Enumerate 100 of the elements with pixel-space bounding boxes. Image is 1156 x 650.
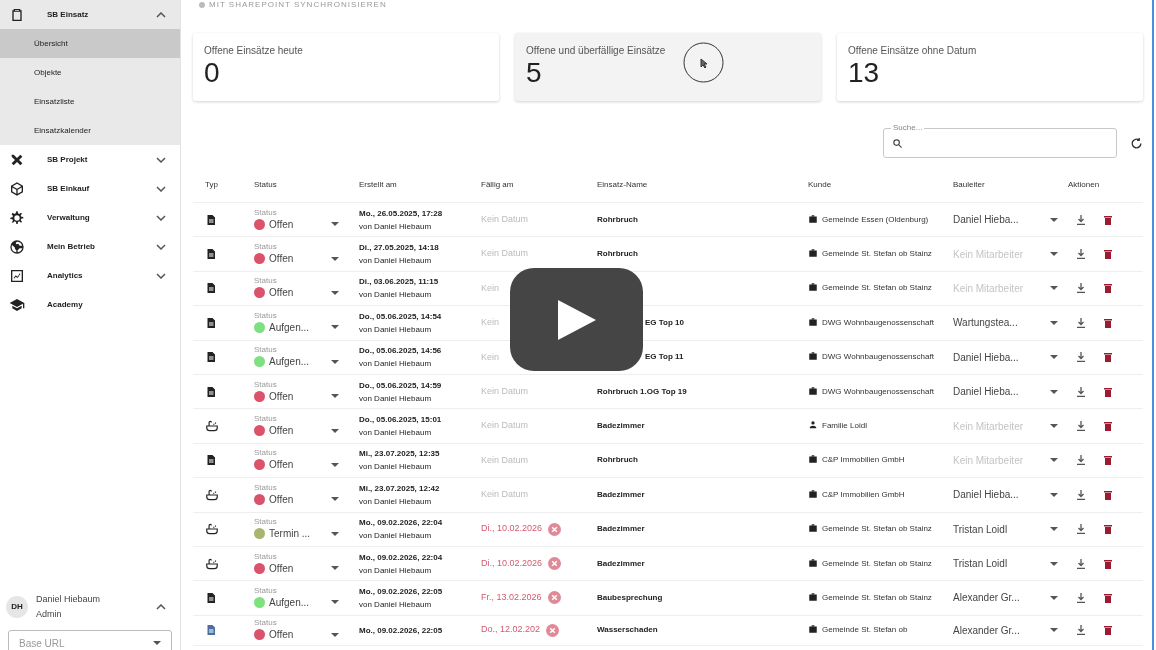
trash-icon[interactable] [1104, 317, 1112, 328]
download-icon[interactable] [1077, 386, 1085, 397]
manager-select[interactable]: Tristan Loidl [953, 556, 1068, 572]
download-icon[interactable] [1077, 524, 1085, 535]
user-role: Admin [36, 608, 63, 621]
status-select[interactable]: Status Aufgen... [254, 586, 359, 610]
trash-icon[interactable] [1104, 558, 1112, 569]
manager-select[interactable]: Wartungstea... [953, 315, 1068, 331]
status-select[interactable]: Status Offen [254, 379, 359, 404]
sidebar-subitem[interactable]: Übersicht [0, 29, 180, 58]
due-date: Kein Datum [481, 488, 529, 502]
caret-icon [1050, 355, 1058, 360]
status-select[interactable]: Status Offen [254, 448, 359, 473]
manager-select[interactable]: Alexander Gr... [953, 590, 1068, 606]
stat-card[interactable]: Offene Einsätze heute 0 [193, 33, 499, 101]
settings-icon [9, 209, 25, 226]
manager-select[interactable]: Daniel Hieba... [953, 487, 1068, 503]
manager-select[interactable]: Daniel Hieba... [953, 384, 1068, 400]
customer-name: Gemeinde Essen (Oldenburg) [822, 213, 929, 226]
caret-icon [1050, 286, 1058, 291]
download-icon[interactable] [1077, 214, 1085, 225]
download-icon[interactable] [1077, 558, 1085, 569]
manager-select[interactable]: Tristan Loidl [953, 521, 1068, 537]
status-select[interactable]: Status Offen [254, 242, 359, 267]
cursor-icon [683, 42, 724, 83]
sidebar-subitem[interactable]: Einsatzkalender [0, 116, 180, 145]
assignment-name: Badezimmer [597, 524, 645, 534]
trash-icon[interactable] [1104, 489, 1112, 500]
created-by: von Daniel Hiebaum [359, 427, 433, 440]
trash-icon[interactable] [1104, 352, 1112, 363]
created-date: Mo., 09.02.2026, 22:04 [359, 517, 444, 530]
caret-icon [1050, 628, 1058, 633]
manager-select[interactable]: Alexander Gr... [953, 622, 1068, 638]
trash-icon[interactable] [1104, 524, 1112, 535]
caret-icon [1050, 596, 1058, 600]
chevron-up-icon [156, 604, 166, 610]
download-icon[interactable] [1077, 593, 1085, 603]
document-icon [205, 384, 217, 399]
download-icon[interactable] [1077, 421, 1085, 432]
customer-name: C&P Immobilien GmbH [822, 454, 905, 467]
download-icon[interactable] [1077, 249, 1085, 260]
document-icon [205, 281, 217, 296]
trash-icon[interactable] [1104, 593, 1112, 603]
status-select[interactable]: Status Offen [254, 414, 359, 439]
manager-select[interactable]: Daniel Hieba... [953, 212, 1068, 228]
status-select[interactable]: Status Termin ... [254, 517, 359, 542]
person-icon [808, 420, 818, 431]
status-select[interactable]: Status Offen [254, 276, 359, 301]
status-select[interactable]: Status Offen [254, 207, 359, 232]
download-icon[interactable] [1077, 489, 1085, 500]
status-select[interactable]: Status Offen [254, 551, 359, 576]
download-icon[interactable] [1077, 352, 1085, 363]
assignment-name: Rohrbruch 1.OG Top 19 [597, 386, 687, 396]
status-select[interactable]: Status Aufgen... [254, 345, 359, 370]
chevron-down-icon [156, 243, 166, 250]
status-select[interactable]: Status Aufgen... [254, 310, 359, 335]
due-date: Di., 10.02.2026 [481, 522, 543, 536]
stat-card[interactable]: Offene Einsätze ohne Datum 13 [837, 33, 1143, 101]
customer-name: Familie Loidl [822, 420, 867, 433]
trash-icon[interactable] [1104, 283, 1112, 294]
status-select[interactable]: Status Offen [254, 482, 359, 507]
column-header: Fällig am [481, 179, 515, 191]
trash-icon[interactable] [1104, 455, 1112, 466]
document-icon [205, 315, 217, 330]
sidebar-item[interactable]: SB Einkauf [0, 174, 180, 203]
download-icon[interactable] [1077, 625, 1085, 636]
overdue-icon [548, 522, 562, 536]
briefcase-icon [808, 316, 818, 327]
status-select[interactable]: Status Offen [254, 618, 359, 643]
trash-icon[interactable] [1104, 214, 1112, 225]
created-date: Mo., 09.02.2026, 22:05 [359, 624, 444, 637]
trash-icon[interactable] [1104, 625, 1112, 636]
briefcase-icon [808, 248, 818, 259]
customer-name: Gemeinde St. Stefan ob Stainz [822, 282, 932, 295]
chart-icon [9, 267, 25, 284]
download-icon[interactable] [1077, 283, 1085, 294]
sidebar-subitem[interactable]: Einsatzliste [0, 87, 180, 116]
trash-icon[interactable] [1104, 386, 1112, 397]
trash-icon[interactable] [1104, 249, 1112, 260]
refresh-icon[interactable] [1130, 136, 1143, 150]
play-button[interactable] [510, 268, 643, 371]
sidebar-item[interactable]: Verwaltung [0, 203, 180, 232]
trash-icon[interactable] [1104, 421, 1112, 432]
assignment-name: Rohrbruch [597, 214, 638, 224]
download-icon[interactable] [1077, 317, 1085, 328]
sidebar-item[interactable]: SB Einsatz [0, 0, 180, 29]
globe-icon [9, 238, 25, 255]
sidebar-item[interactable]: SB Projekt [0, 145, 180, 174]
briefcase-icon [808, 488, 818, 499]
briefcase-icon [808, 557, 818, 568]
download-icon[interactable] [1077, 455, 1085, 466]
overdue-icon [548, 557, 562, 571]
sidebar-subitem[interactable]: Objekte [0, 58, 180, 87]
sidebar-item[interactable]: Academy [0, 290, 180, 319]
sidebar-item[interactable]: Analytics [0, 261, 180, 290]
caret-icon [331, 462, 339, 467]
sidebar-item[interactable]: Mein Betrieb [0, 232, 180, 261]
briefcase-icon [808, 282, 818, 293]
stat-card[interactable]: Offene und überfällige Einsätze 5 [515, 33, 821, 101]
manager-select[interactable]: Daniel Hieba... [953, 349, 1068, 365]
